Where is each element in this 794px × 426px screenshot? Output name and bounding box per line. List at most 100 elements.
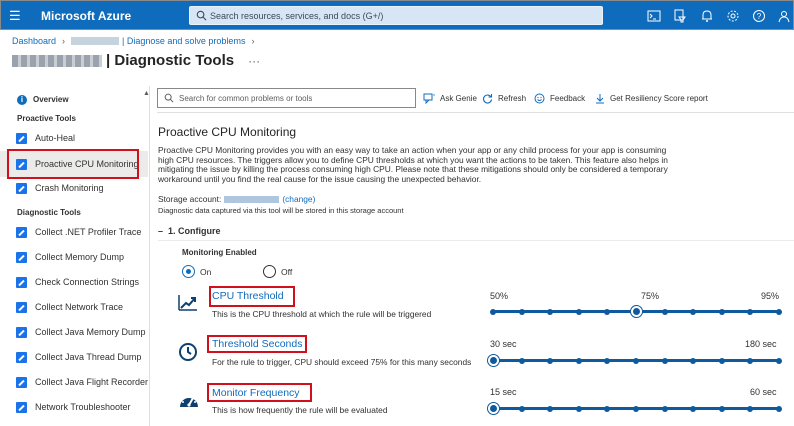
sidebar-item-label: Crash Monitoring bbox=[35, 183, 104, 193]
breadcrumb: Dashboard › | Diagnose and solve problem… bbox=[12, 36, 260, 46]
genie-icon: * bbox=[423, 93, 435, 104]
slider-tick bbox=[718, 405, 725, 412]
wrench-icon bbox=[16, 351, 27, 363]
feedback-icon[interactable] bbox=[777, 9, 791, 23]
wrench-icon bbox=[16, 132, 27, 144]
sidebar-item-java-flight-recorder[interactable]: Collect Java Flight Recorder bbox=[0, 370, 148, 394]
trending-up-icon bbox=[178, 295, 197, 311]
collapse-up-icon[interactable]: ▲ bbox=[143, 90, 150, 97]
radio-off-indicator[interactable] bbox=[263, 265, 276, 278]
directory-filter-icon[interactable] bbox=[673, 9, 687, 23]
clock-icon bbox=[179, 343, 197, 361]
download-icon bbox=[596, 94, 604, 104]
sidebar-item-label: Auto-Heal bbox=[35, 133, 76, 143]
feedback-label: Feedback bbox=[550, 94, 586, 103]
wrench-icon bbox=[16, 276, 27, 288]
sidebar-item-label: Collect Java Memory Dump bbox=[35, 327, 146, 337]
slider-tick bbox=[718, 308, 725, 315]
cpu-threshold-slider[interactable] bbox=[490, 306, 782, 317]
slider-thumb[interactable] bbox=[630, 306, 642, 317]
global-search-input[interactable]: Search resources, services, and docs (G+… bbox=[189, 6, 603, 25]
sidebar-item-net-profiler[interactable]: Collect .NET Profiler Trace bbox=[0, 220, 148, 244]
sidebar-item-network-troubleshooter[interactable]: Network Troubleshooter bbox=[0, 395, 148, 419]
slider-thumb[interactable] bbox=[487, 403, 499, 414]
info-icon: i bbox=[17, 95, 27, 105]
threshold-seconds-slider[interactable] bbox=[487, 355, 782, 366]
monitor-frequency-slider[interactable] bbox=[487, 403, 782, 414]
threshold-seconds-min-label: 30 sec bbox=[490, 339, 517, 349]
slider-tick bbox=[718, 357, 725, 364]
radio-on[interactable]: On bbox=[182, 265, 211, 278]
wrench-icon bbox=[16, 326, 27, 338]
sidebar-item-network-trace[interactable]: Collect Network Trace bbox=[0, 295, 148, 319]
radio-on-label: On bbox=[200, 266, 212, 277]
proactive-tools-header: Proactive Tools bbox=[17, 114, 76, 123]
configure-section-label: 1. Configure bbox=[168, 226, 221, 236]
cloud-shell-icon[interactable] bbox=[647, 9, 661, 23]
brand-title[interactable]: Microsoft Azure bbox=[41, 9, 131, 23]
breadcrumb-diagnose[interactable]: | Diagnose and solve problems bbox=[122, 36, 245, 46]
refresh-icon bbox=[483, 94, 493, 104]
more-options-button[interactable]: ··· bbox=[248, 54, 260, 68]
radio-on-indicator[interactable] bbox=[182, 265, 195, 278]
sidebar-item-connection-strings[interactable]: Check Connection Strings bbox=[0, 270, 148, 294]
slider-tick bbox=[575, 308, 582, 315]
highlight-box bbox=[7, 149, 139, 179]
slider-tick bbox=[633, 405, 639, 412]
sidebar-item-java-thread-dump[interactable]: Collect Java Thread Dump bbox=[0, 345, 148, 369]
ask-genie-label: Ask Genie bbox=[440, 94, 477, 103]
slider-tick bbox=[661, 357, 668, 364]
tools-search-input[interactable]: Search for common problems or tools bbox=[157, 88, 416, 108]
monitor-frequency-max-label: 60 sec bbox=[750, 387, 777, 397]
cpu-threshold-mid-label: 75% bbox=[641, 291, 660, 301]
section-divider bbox=[158, 240, 794, 241]
sidebar-item-auto-heal[interactable]: Auto-Heal bbox=[0, 126, 148, 150]
search-icon bbox=[164, 93, 174, 103]
configure-section-header[interactable]: – 1. Configure bbox=[158, 226, 221, 236]
help-icon[interactable]: ? bbox=[752, 9, 766, 23]
sidebar-item-memory-dump[interactable]: Collect Memory Dump bbox=[0, 245, 148, 269]
search-icon bbox=[196, 10, 207, 21]
notifications-icon[interactable] bbox=[700, 9, 714, 23]
slider-tick bbox=[547, 405, 554, 412]
monitor-frequency-subtitle: This is how frequently the rule will be … bbox=[212, 405, 388, 415]
slider-tick bbox=[661, 405, 668, 412]
slider-thumb[interactable] bbox=[487, 355, 499, 366]
slider-tick bbox=[547, 357, 554, 364]
sidebar-item-overview[interactable]: Overview bbox=[33, 95, 69, 104]
sidebar-item-crash-monitoring[interactable]: Crash Monitoring bbox=[0, 176, 148, 200]
slider-tick bbox=[690, 405, 697, 412]
settings-icon[interactable] bbox=[726, 9, 740, 23]
slider-tick bbox=[633, 357, 639, 364]
toolbar-divider bbox=[157, 112, 794, 113]
speedometer-icon bbox=[180, 394, 198, 407]
smiley-icon bbox=[534, 93, 545, 104]
slider-tick bbox=[575, 357, 582, 364]
redacted-storage-name bbox=[224, 195, 280, 203]
threshold-seconds-max-label: 180 sec bbox=[745, 339, 777, 349]
breadcrumb-dashboard[interactable]: Dashboard bbox=[12, 36, 56, 46]
slider-tick bbox=[604, 405, 611, 412]
change-storage-link[interactable]: (change) bbox=[282, 194, 315, 204]
sidebar-item-java-memory-dump[interactable]: Collect Java Memory Dump bbox=[0, 320, 148, 344]
feedback-button[interactable]: Feedback bbox=[534, 93, 585, 104]
sidebar-item-label: Collect Memory Dump bbox=[35, 252, 125, 262]
svg-text:?: ? bbox=[757, 12, 762, 21]
refresh-button[interactable]: Refresh bbox=[482, 93, 526, 104]
slider-tick bbox=[518, 308, 525, 315]
slider-tick bbox=[747, 405, 754, 412]
radio-off[interactable]: Off bbox=[263, 265, 292, 278]
monitor-frequency-min-label: 15 sec bbox=[490, 387, 517, 397]
slider-tick bbox=[747, 308, 754, 315]
wrench-icon bbox=[16, 226, 27, 238]
slider-tick bbox=[490, 308, 496, 315]
cpu-threshold-max-label: 95% bbox=[761, 291, 780, 301]
resiliency-report-button[interactable]: Get Resiliency Score report bbox=[595, 93, 708, 104]
sidebar-item-label: Collect .NET Profiler Trace bbox=[35, 227, 142, 237]
slider-tick bbox=[776, 405, 782, 412]
menu-icon[interactable]: ☰ bbox=[9, 9, 21, 22]
ask-genie-button[interactable]: * Ask Genie bbox=[423, 93, 477, 104]
slider-tick bbox=[690, 357, 697, 364]
highlight-box bbox=[207, 383, 312, 402]
collapse-icon: – bbox=[158, 226, 169, 236]
